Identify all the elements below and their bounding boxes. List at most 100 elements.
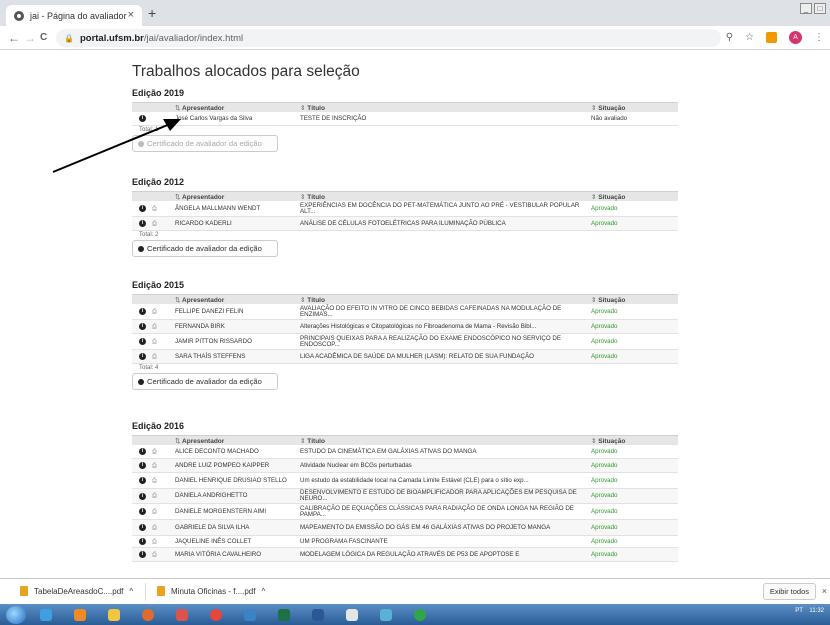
column-header-title[interactable]: ⇕ Título	[297, 437, 588, 445]
table-row[interactable]: i ⎙ MARIA VITÓRIA CAVALHEIRO MODELAGEM L…	[132, 548, 678, 562]
table-row[interactable]: i ⎙ ANDRE LUIZ POMPEO KAIPPER Atividade …	[132, 459, 678, 473]
taskbar-firefox-icon[interactable]	[134, 606, 162, 624]
show-all-downloads-button[interactable]: Exibir todos	[762, 583, 816, 600]
info-icon[interactable]: i	[139, 323, 146, 330]
bookmark-star-icon[interactable]: ☆	[745, 32, 754, 43]
taskbar-media-icon[interactable]	[66, 606, 94, 624]
table-row[interactable]: i José Carlos Vargas da Silva TESTE DE I…	[132, 112, 678, 126]
print-icon[interactable]: ⎙	[152, 539, 157, 545]
info-icon[interactable]: i	[139, 551, 146, 558]
print-icon[interactable]: ⎙	[152, 478, 157, 484]
profile-avatar[interactable]: A	[789, 31, 802, 44]
info-icon[interactable]: i	[139, 338, 146, 345]
table-row[interactable]: i ⎙ DANIELA ANDRIGHETTO DESENVOLVIMENTO …	[132, 489, 678, 504]
taskbar-app-icon[interactable]	[168, 606, 196, 624]
zoom-icon[interactable]: ⚲	[726, 32, 733, 43]
tab-close-icon[interactable]: ×	[128, 9, 134, 21]
column-header-status[interactable]: ⇕ Situação	[588, 104, 678, 112]
certificate-button[interactable]: Certificado de avaliador da edição	[132, 240, 278, 257]
info-icon[interactable]: i	[139, 462, 146, 469]
taskbar-word-icon[interactable]	[304, 606, 332, 624]
taskbar-app-icon[interactable]	[236, 606, 264, 624]
taskbar-chrome-icon[interactable]	[202, 606, 230, 624]
table-row[interactable]: i ⎙ FERNANDA BIRK Alterações Histológica…	[132, 320, 678, 334]
back-button[interactable]: ←	[8, 31, 20, 45]
extension-icon[interactable]	[766, 32, 777, 43]
print-icon[interactable]: ⎙	[152, 449, 157, 455]
language-indicator[interactable]: PT	[795, 608, 803, 614]
download-item[interactable]: Minuta Oficinas - f....pdf ^	[157, 586, 265, 596]
column-header-presenter[interactable]: ⇅ Apresentador	[172, 193, 297, 201]
column-header-status[interactable]: ⇕ Situação	[588, 437, 678, 445]
info-icon[interactable]: i	[139, 477, 146, 484]
column-header-title[interactable]: ⇕ Título	[297, 104, 588, 112]
info-icon[interactable]: i	[139, 492, 146, 500]
table-row[interactable]: i ⎙ SARA THAÍS STEFFENS LIGA ACADÊMICA D…	[132, 350, 678, 364]
print-icon[interactable]: ⎙	[152, 206, 157, 212]
print-icon[interactable]: ⎙	[152, 309, 157, 315]
certificate-label: Certificado de avaliador da edição	[147, 139, 262, 148]
print-icon[interactable]: ⎙	[152, 221, 157, 227]
info-icon[interactable]: i	[139, 524, 146, 531]
certificate-button[interactable]: Certificado de avaliador da edição	[132, 373, 278, 390]
sort-icon: ⇕	[300, 104, 306, 112]
presenter-cell: ALICE DECONTO MACHADO	[175, 447, 259, 455]
reload-button[interactable]: C	[40, 32, 47, 43]
info-icon[interactable]: i	[139, 538, 146, 545]
taskbar-paint-icon[interactable]	[338, 606, 366, 624]
certificate-icon	[138, 378, 144, 385]
total-count: Total: 4	[139, 365, 159, 371]
taskbar-app-icon[interactable]	[372, 606, 400, 624]
table-row[interactable]: i ⎙ DANIELE MORGENSTERN AIMI CALIBRAÇÃO …	[132, 504, 678, 520]
table-row[interactable]: i ⎙ ALICE DECONTO MACHADO ESTUDO DA CINE…	[132, 445, 678, 459]
print-icon[interactable]: ⎙	[152, 354, 157, 360]
table-row[interactable]: i ⎙ FELLIPE DANEZI FELIN AVALIAÇÃO DO EF…	[132, 304, 678, 320]
column-header-title[interactable]: ⇕ Título	[297, 296, 588, 304]
print-icon[interactable]: ⎙	[152, 509, 157, 515]
minimize-icon[interactable]: _	[800, 3, 812, 14]
print-icon[interactable]: ⎙	[152, 324, 157, 330]
maximize-icon[interactable]: □	[814, 3, 826, 14]
taskbar-app-icon[interactable]	[406, 606, 434, 624]
column-header-presenter[interactable]: ⇅ Apresentador	[172, 437, 297, 445]
download-item[interactable]: TabelaDeAreasdoC....pdf ^	[20, 586, 133, 596]
table-row[interactable]: i ⎙ ÂNGELA MALLMANN WENDT EXPERIÊNCIAS E…	[132, 201, 678, 217]
close-downloads-icon[interactable]: ×	[822, 586, 827, 596]
print-icon[interactable]: ⎙	[152, 493, 157, 499]
taskbar-folder-icon[interactable]	[100, 606, 128, 624]
column-header-presenter[interactable]: ⇅ Apresentador	[172, 296, 297, 304]
table-row[interactable]: i ⎙ RICARDO KADERLI ANÁLISE DE CÉLULAS F…	[132, 217, 678, 231]
info-icon[interactable]: i	[139, 448, 146, 455]
certificate-button[interactable]: Certificado de avaliador da edição	[132, 135, 278, 152]
print-icon[interactable]: ⎙	[152, 552, 157, 558]
info-icon[interactable]: i	[139, 220, 146, 227]
chevron-up-icon[interactable]: ^	[261, 587, 265, 596]
chevron-up-icon[interactable]: ^	[129, 587, 133, 596]
table-row[interactable]: i ⎙ JAQUELINE INÊS COLLET UM PROGRAMA FA…	[132, 536, 678, 548]
column-header-status[interactable]: ⇕ Situação	[588, 193, 678, 201]
forward-button[interactable]: →	[24, 31, 36, 45]
print-icon[interactable]: ⎙	[152, 339, 157, 345]
info-icon[interactable]: i	[139, 353, 146, 360]
print-icon[interactable]: ⎙	[152, 525, 157, 531]
info-icon[interactable]: i	[139, 308, 146, 315]
menu-kebab-icon[interactable]: ⋮	[814, 32, 824, 43]
column-header-presenter[interactable]: ⇅ Apresentador	[172, 104, 297, 112]
print-icon[interactable]: ⎙	[152, 463, 157, 469]
info-icon[interactable]: i	[139, 115, 146, 122]
start-button[interactable]	[6, 605, 26, 624]
column-header-status[interactable]: ⇕ Situação	[588, 296, 678, 304]
table-row[interactable]: i ⎙ GABRIELE DA SILVA ILHA MAPEAMENTO DA…	[132, 520, 678, 536]
column-header-title[interactable]: ⇕ Título	[297, 193, 588, 201]
info-icon[interactable]: i	[139, 508, 146, 515]
url-field[interactable]: 🔒 portal.ufsm.br /jai/avaliador/index.ht…	[56, 29, 721, 47]
browser-tab[interactable]: jai - Página do avaliador ×	[6, 5, 142, 26]
taskbar-ie-icon[interactable]	[32, 606, 60, 624]
table-row[interactable]: i ⎙ DANIEL HENRIQUE DRUSIAO STELLO Um es…	[132, 473, 678, 489]
taskbar-excel-icon[interactable]	[270, 606, 298, 624]
table-row[interactable]: i ⎙ JAMIR PITTON RISSARDO PRINCIPAIS QUE…	[132, 334, 678, 350]
clock[interactable]: 11:32	[809, 608, 824, 614]
info-icon[interactable]: i	[139, 205, 146, 212]
new-tab-button[interactable]: +	[148, 5, 156, 21]
download-filename: Minuta Oficinas - f....pdf	[171, 586, 256, 596]
